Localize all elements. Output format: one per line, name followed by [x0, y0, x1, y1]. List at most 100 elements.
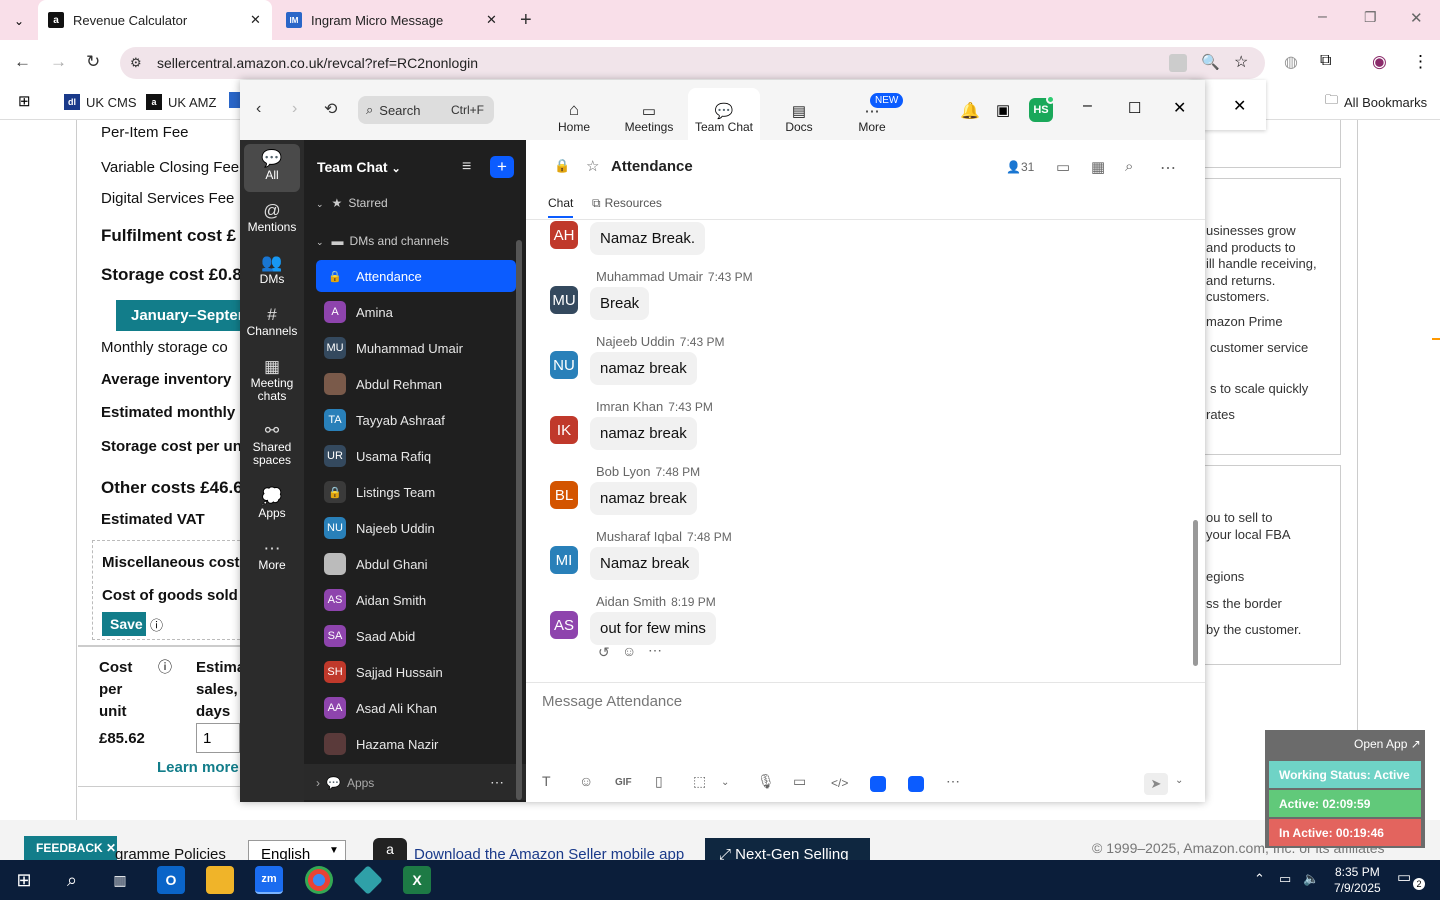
starred-section[interactable]: ⌄ ★ Starred — [316, 196, 388, 210]
zoom-icon[interactable]: 🔍 — [1201, 53, 1220, 71]
sidebar-item-muhammad-umair[interactable]: MU Muhammad Umair — [316, 332, 516, 364]
minimize-icon[interactable]: – — [1318, 8, 1327, 26]
chat-scrollbar[interactable] — [1193, 520, 1198, 666]
window-close-icon[interactable]: ✕ — [1410, 9, 1423, 27]
tab-revenue-calculator[interactable]: a Revenue Calculator ✕ — [38, 0, 272, 40]
more-icon[interactable]: ⋯ — [1160, 158, 1176, 178]
site-info-icon[interactable]: ⚙ — [130, 55, 142, 71]
back-icon[interactable]: ← — [14, 52, 31, 72]
reply-icon[interactable]: ↺ — [598, 644, 610, 661]
profile-icon[interactable]: ◉ — [1372, 52, 1387, 72]
search-box[interactable]: ⌕ Search Ctrl+F — [358, 96, 494, 124]
sales-days-input[interactable]: 1 — [196, 723, 240, 753]
bell-icon[interactable]: 🔔 — [960, 101, 980, 121]
sidebar-item-amina[interactable]: A Amina — [316, 296, 516, 328]
sidebar-item-aidan-smith[interactable]: AS Aidan Smith — [316, 584, 516, 616]
nav-home[interactable]: ⌂ Home — [538, 88, 610, 140]
avatar[interactable]: AH — [550, 221, 578, 249]
windows-start-icon[interactable]: ⊞ — [10, 866, 38, 894]
more-icon[interactable]: ⋯ — [946, 773, 960, 790]
avatar[interactable]: MU — [550, 286, 578, 314]
bookmark-star-icon[interactable]: ☆ — [1234, 52, 1248, 72]
info-icon[interactable]: ⓘ — [150, 615, 163, 634]
url-text[interactable]: sellercentral.amazon.co.uk/revcal?ref=RC… — [157, 55, 478, 71]
app-icon[interactable] — [908, 776, 924, 792]
emoji-icon[interactable]: ☺ — [622, 643, 636, 659]
gif-icon[interactable]: GIF — [615, 777, 632, 788]
list-title[interactable]: Team Chat ⌄ — [317, 159, 401, 175]
close-icon[interactable]: ✕ — [1173, 98, 1186, 118]
message-bubble[interactable]: namaz break — [590, 417, 697, 450]
avatar[interactable]: NU — [550, 351, 578, 379]
minimize-icon[interactable]: – — [1083, 97, 1092, 115]
learn-more-link[interactable]: Learn more — [157, 759, 239, 776]
rail-apps[interactable]: 💭 Apps — [244, 488, 300, 520]
sidebar-item-abdul-ghani[interactable]: Abdul Ghani — [316, 548, 516, 580]
dms-section[interactable]: ⌄ ▬ DMs and channels — [316, 234, 449, 248]
menu-icon[interactable]: ⋮ — [1412, 52, 1429, 72]
excel-icon[interactable]: X — [403, 866, 431, 894]
apps-grid-icon[interactable]: ⊞ — [18, 92, 31, 110]
rail-more[interactable]: ⋯ More — [244, 540, 300, 572]
rail-meeting-chats[interactable]: ▦ Meeting chats — [244, 358, 300, 403]
reload-icon[interactable]: ↻ — [86, 52, 100, 72]
sender-name[interactable]: Najeeb Uddin — [596, 334, 675, 349]
rail-dms[interactable]: 👥 DMs — [244, 254, 300, 286]
volume-icon[interactable]: 🔈 — [1303, 871, 1319, 887]
forward-icon[interactable]: → — [50, 52, 67, 72]
search-icon[interactable]: ⌕ — [1125, 158, 1133, 175]
extensions-icon[interactable]: ⧉ — [1320, 52, 1331, 70]
next-gen-selling-button[interactable]: ⤢ Next-Gen Selling — [705, 838, 870, 863]
code-icon[interactable]: </> — [831, 776, 848, 790]
tray-chevron-icon[interactable]: ⌃ — [1254, 871, 1265, 887]
message-bubble[interactable]: out for few mins — [590, 612, 716, 645]
bookmark-uk-cms[interactable]: dl UK CMS — [64, 92, 137, 112]
nav-docs[interactable]: ▤ Docs — [763, 88, 835, 140]
maximize-icon[interactable]: ☐ — [1128, 99, 1141, 117]
outlook-icon[interactable]: O — [157, 866, 185, 894]
close-icon[interactable]: ✕ — [1233, 96, 1246, 116]
video-clip-icon[interactable]: ▭ — [793, 773, 806, 790]
app-icon[interactable] — [870, 776, 886, 792]
period-button[interactable]: January–Septer — [116, 300, 246, 331]
tab-chat[interactable]: Chat — [548, 196, 574, 218]
rail-mentions[interactable]: @ Mentions — [244, 202, 300, 234]
message-bubble[interactable]: namaz break — [590, 482, 697, 515]
network-icon[interactable]: ▭ — [1279, 871, 1291, 887]
close-icon[interactable]: ✕ — [250, 12, 261, 28]
filter-icon[interactable]: ≡ — [462, 158, 471, 176]
members-count[interactable]: 👤31 — [1006, 160, 1034, 174]
chrome-icon[interactable] — [305, 866, 333, 894]
open-app-link[interactable]: Open App ↗ — [1354, 737, 1421, 751]
calendar-icon[interactable]: ▦ — [1091, 158, 1105, 176]
message-bubble[interactable]: Namaz break — [590, 547, 700, 580]
more-icon[interactable]: ⋯ — [490, 774, 504, 791]
bookmark-uk-amz[interactable]: a UK AMZ — [146, 92, 216, 112]
sidebar-item-sajjad-hussain[interactable]: SH Sajjad Hussain — [316, 656, 516, 688]
screenshot-icon[interactable]: ⬚ — [693, 773, 706, 790]
sidebar-item-abdul-rehman[interactable]: Abdul Rehman — [316, 368, 516, 400]
sidebar-item-asad-ali-khan[interactable]: AA Asad Ali Khan — [316, 692, 516, 724]
message-bubble[interactable]: Break — [590, 287, 650, 320]
info-icon[interactable]: ⓘ — [158, 657, 172, 677]
chevron-down-icon[interactable]: ⌄ — [1175, 775, 1183, 786]
avatar[interactable]: IK — [550, 416, 578, 444]
sidebar-item-usama-rafiq[interactable]: UR Usama Rafiq — [316, 440, 516, 472]
apps-section[interactable]: › 💬 Apps — [316, 776, 374, 790]
send-icon[interactable]: ➤ — [1144, 773, 1168, 795]
rail-all[interactable]: 💬 All — [244, 144, 300, 192]
avatar[interactable]: BL — [550, 481, 578, 509]
file-explorer-icon[interactable] — [206, 866, 234, 894]
avatar[interactable]: MI — [550, 546, 578, 574]
nav-team-chat[interactable]: 💬 Team Chat — [688, 88, 760, 140]
sidebar-item-attendance[interactable]: 🔒 Attendance — [316, 260, 516, 292]
file-icon[interactable]: ▯ — [655, 773, 663, 790]
emoji-icon[interactable]: ☺ — [579, 773, 593, 789]
sidebar-item-hazama-nazir[interactable]: Hazama Nazir — [316, 728, 516, 760]
sender-name[interactable]: Musharaf Iqbal — [596, 529, 682, 544]
format-icon[interactable]: T — [542, 773, 551, 789]
feedback-button[interactable]: FEEDBACK ✕ — [24, 836, 117, 860]
notification-icon[interactable]: ▭ — [1397, 868, 1411, 886]
message-bubble[interactable]: Namaz Break. — [590, 222, 706, 255]
new-chat-icon[interactable]: + — [490, 156, 514, 178]
